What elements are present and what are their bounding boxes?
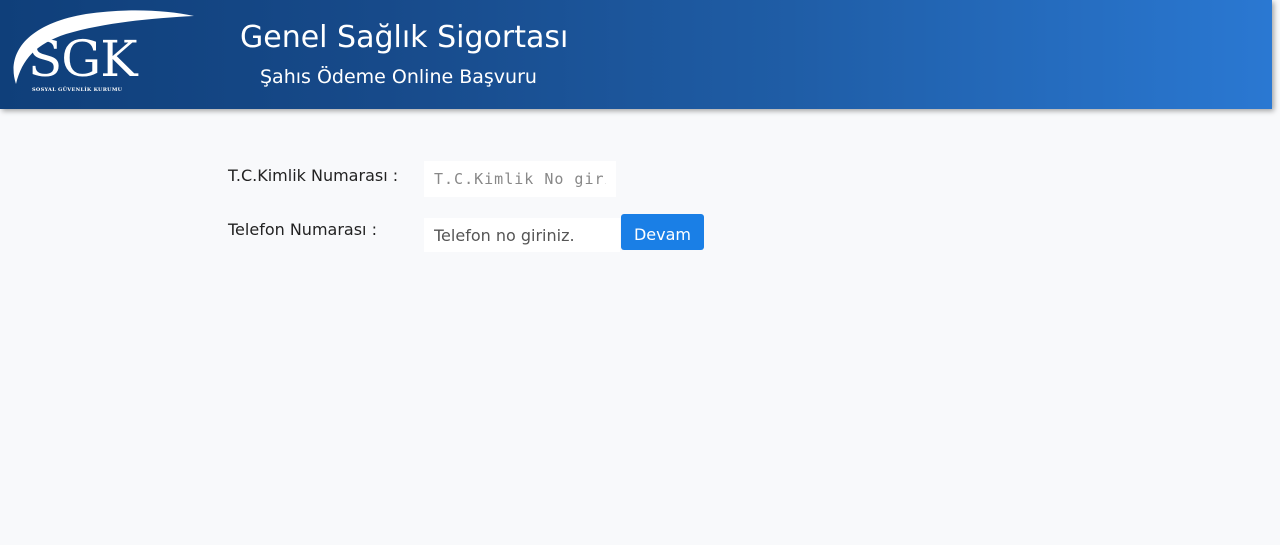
phone-label: Telefon Numarası :: [228, 220, 377, 239]
continue-button[interactable]: Devam: [621, 214, 704, 250]
page-title: Genel Sağlık Sigortası: [240, 20, 569, 55]
tc-label: T.C.Kimlik Numarası :: [228, 166, 399, 185]
page-subtitle: Şahıs Ödeme Online Başvuru: [260, 66, 537, 88]
logo-text: SGK: [28, 30, 138, 88]
page-header: SGK SOSYAL GÜVENLİK KURUMU Genel Sağlık …: [0, 0, 1272, 109]
tc-kimlik-input[interactable]: [424, 161, 616, 197]
logo-subtext: SOSYAL GÜVENLİK KURUMU: [32, 87, 123, 93]
phone-input[interactable]: [424, 218, 620, 252]
sgk-logo: SGK SOSYAL GÜVENLİK KURUMU: [6, 4, 196, 99]
